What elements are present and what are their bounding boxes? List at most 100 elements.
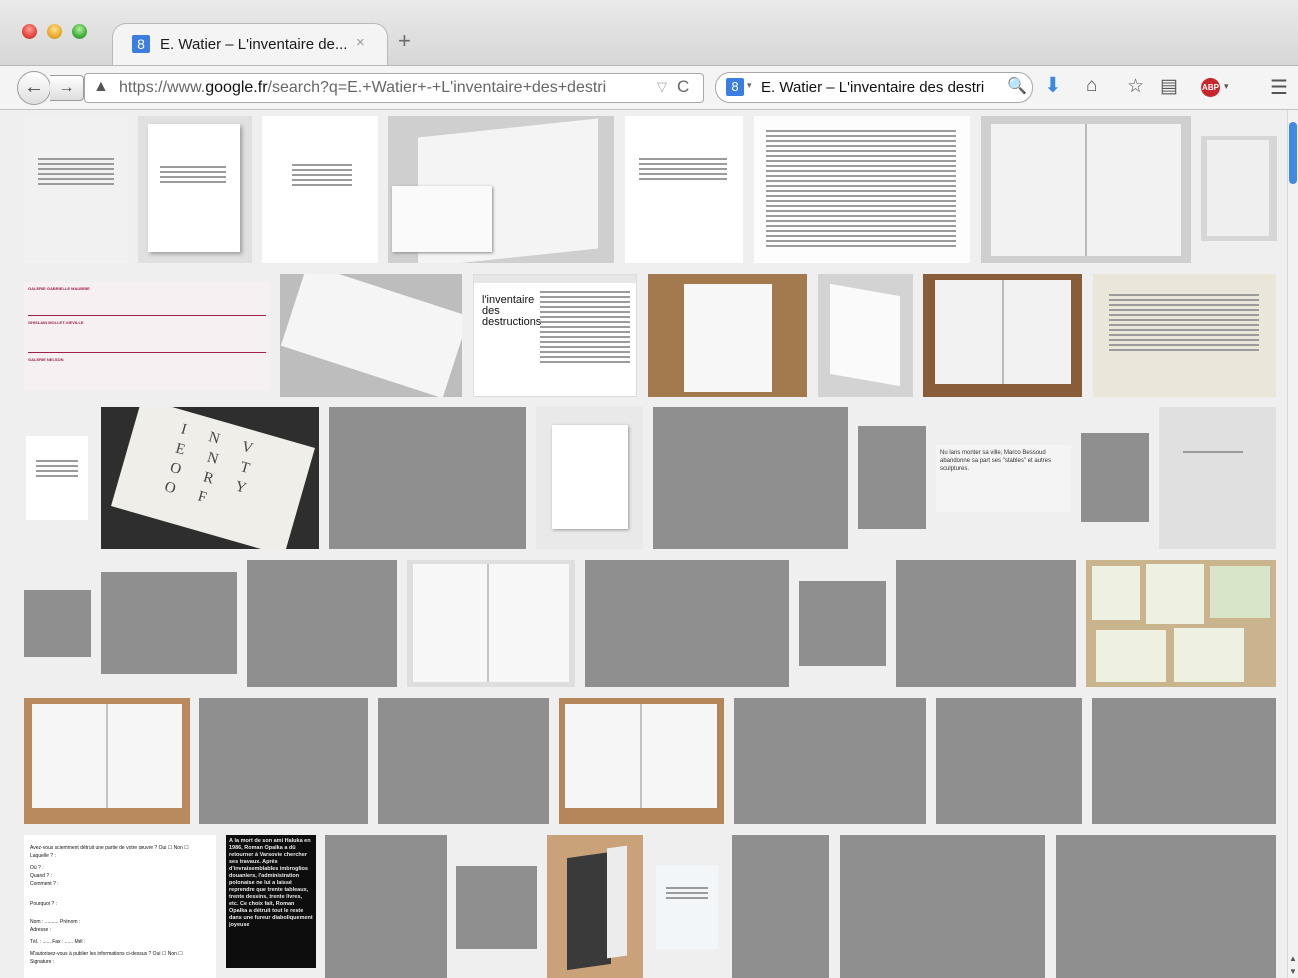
adblock-dropdown-icon[interactable]: ▾ xyxy=(1224,81,1229,92)
gallery-heading: GALERIE GABRIELLE MAUBRIE xyxy=(28,286,90,291)
back-button[interactable]: ← xyxy=(17,71,51,105)
tab-title: E. Watier – L'inventaire de... xyxy=(160,36,348,53)
quote-text: Nu lans monter sa ville, Marco Bessoud a… xyxy=(940,450,1051,472)
image-result[interactable] xyxy=(536,407,643,549)
form-line: Laquelle ? : xyxy=(30,853,56,859)
search-icon[interactable]: 🔍 xyxy=(1007,76,1027,96)
black-book-text: À la mort de son ami Haluka en 1986, Rom… xyxy=(229,838,313,928)
image-result-placeholder[interactable] xyxy=(24,590,91,657)
image-result[interactable] xyxy=(24,698,190,824)
image-result[interactable] xyxy=(1093,274,1276,397)
image-result[interactable] xyxy=(1086,560,1276,687)
form-line: Quand ? : xyxy=(30,873,52,879)
form-image-result[interactable]: Avez-vous sciemment détruit une partie d… xyxy=(24,835,216,978)
browser-tab[interactable]: 8 E. Watier – L'inventaire de... × xyxy=(112,23,388,65)
image-result-placeholder[interactable] xyxy=(1056,835,1276,978)
image-result[interactable] xyxy=(24,116,128,263)
scrollbar-thumb[interactable] xyxy=(1289,122,1297,184)
image-result-placeholder[interactable] xyxy=(1081,433,1149,522)
image-result-placeholder[interactable] xyxy=(734,698,926,824)
form-line: Tél. : ...... Fax : ...... Mél : xyxy=(30,939,86,945)
forward-button[interactable]: → xyxy=(50,75,84,101)
form-line: Adresse : xyxy=(30,927,52,933)
gallery-listing-image-result[interactable]: GALERIE GABRIELLE MAUBRIE GHISLAIN MOLLE… xyxy=(24,282,270,390)
window-zoom-button[interactable] xyxy=(72,24,87,39)
image-result-placeholder[interactable] xyxy=(199,698,368,824)
gallery-heading: GHISLAIN MOLLET-VIEVILLE xyxy=(28,320,84,325)
adblock-icon[interactable]: ABP xyxy=(1201,78,1220,97)
reload-icon[interactable]: C xyxy=(677,77,689,97)
navigation-toolbar: ← → ▲ https://www.google.fr/search?q=E.+… xyxy=(0,65,1298,110)
image-result-placeholder[interactable] xyxy=(858,426,926,529)
image-result-placeholder[interactable] xyxy=(247,560,397,687)
image-result[interactable] xyxy=(26,436,88,520)
image-result[interactable] xyxy=(818,274,913,397)
vertical-scrollbar[interactable]: ▲ ▼ xyxy=(1287,110,1298,978)
image-result-placeholder[interactable] xyxy=(840,835,1045,978)
image-result[interactable] xyxy=(625,116,743,263)
image-results-grid: GALERIE GABRIELLE MAUBRIE GHISLAIN MOLLE… xyxy=(0,110,1287,978)
warning-icon: ▲ xyxy=(93,78,109,95)
new-tab-button[interactable]: + xyxy=(398,28,411,54)
image-result[interactable] xyxy=(1159,407,1276,549)
url-bar[interactable]: ▲ https://www.google.fr/search?q=E.+Wati… xyxy=(84,73,704,103)
image-result[interactable] xyxy=(407,560,575,687)
magazine-title: l'inventaire des destructions xyxy=(482,294,542,328)
search-input[interactable]: E. Watier – L'inventaire des destri xyxy=(761,79,1006,96)
image-result-placeholder[interactable] xyxy=(585,560,789,687)
form-line: Comment ? : xyxy=(30,881,59,887)
black-book-image-result[interactable]: À la mort de son ami Haluka en 1986, Rom… xyxy=(226,835,316,968)
gallery-heading: GALERIE NELSON xyxy=(28,357,64,362)
image-result-placeholder[interactable] xyxy=(799,581,886,666)
image-result-placeholder[interactable] xyxy=(653,407,848,549)
image-result-placeholder[interactable] xyxy=(936,698,1082,824)
image-result[interactable] xyxy=(559,698,724,824)
window-close-button[interactable] xyxy=(22,24,37,39)
search-engine-dropdown-icon[interactable]: ▾ xyxy=(747,80,752,91)
download-icon[interactable]: ⬇ xyxy=(1044,73,1062,98)
url-text[interactable]: https://www.google.fr/search?q=E.+Watier… xyxy=(119,79,659,97)
form-line: Où ? : xyxy=(30,865,44,871)
form-line: Signature : xyxy=(30,959,55,965)
bookmark-star-icon[interactable]: ☆ xyxy=(1127,75,1144,98)
scroll-down-arrow-icon[interactable]: ▼ xyxy=(1289,967,1297,976)
form-line: Nom : .......... Prénom : xyxy=(30,919,81,925)
image-result-placeholder[interactable] xyxy=(896,560,1076,687)
home-icon[interactable]: ⌂ xyxy=(1086,75,1097,97)
search-bar[interactable]: 8 ▾ E. Watier – L'inventaire des destri … xyxy=(715,72,1033,103)
tab-close-icon[interactable]: × xyxy=(356,34,365,51)
title-bar: 8 E. Watier – L'inventaire de... × + xyxy=(0,0,1298,66)
form-image-result[interactable] xyxy=(754,116,970,263)
image-result-placeholder[interactable] xyxy=(732,835,829,978)
image-result-placeholder[interactable] xyxy=(378,698,549,824)
form-line: Avez-vous sciemment détruit une partie d… xyxy=(30,845,189,851)
image-result[interactable] xyxy=(981,116,1191,263)
quote-image-result[interactable]: Nu lans monter sa ville, Marco Bessoud a… xyxy=(936,445,1071,512)
image-result-placeholder[interactable] xyxy=(325,835,447,978)
magazine-page-image-result[interactable]: l'inventaire des destructions xyxy=(473,274,637,397)
image-result[interactable] xyxy=(138,116,252,263)
image-result-placeholder[interactable] xyxy=(456,866,537,949)
menu-icon[interactable]: ☰ xyxy=(1270,75,1288,100)
url-prefix: https://www. xyxy=(119,79,206,96)
window-minimize-button[interactable] xyxy=(47,24,62,39)
image-result-placeholder[interactable] xyxy=(1092,698,1276,824)
image-result[interactable] xyxy=(648,274,807,397)
scroll-up-arrow-icon[interactable]: ▲ xyxy=(1289,954,1297,963)
image-result[interactable] xyxy=(262,116,378,263)
image-result[interactable] xyxy=(923,274,1082,397)
url-domain: google.fr xyxy=(205,79,268,96)
image-result[interactable] xyxy=(280,274,462,397)
image-result[interactable] xyxy=(547,835,643,978)
history-dropdown-icon[interactable]: ▽ xyxy=(657,79,667,95)
google-favicon-icon: 8 xyxy=(132,35,150,53)
image-result[interactable] xyxy=(1201,136,1277,241)
image-result-placeholder[interactable] xyxy=(101,572,237,674)
inventory-book-image-result[interactable]: I N V E N T O R Y O F xyxy=(101,407,319,549)
search-engine-icon[interactable]: 8 xyxy=(726,78,744,96)
image-result-placeholder[interactable] xyxy=(329,407,526,549)
image-result[interactable] xyxy=(656,865,718,949)
bookmarks-list-icon[interactable]: ▤ xyxy=(1160,75,1178,98)
form-line: Pourquoi ? : xyxy=(30,901,57,907)
image-result[interactable] xyxy=(388,116,614,263)
